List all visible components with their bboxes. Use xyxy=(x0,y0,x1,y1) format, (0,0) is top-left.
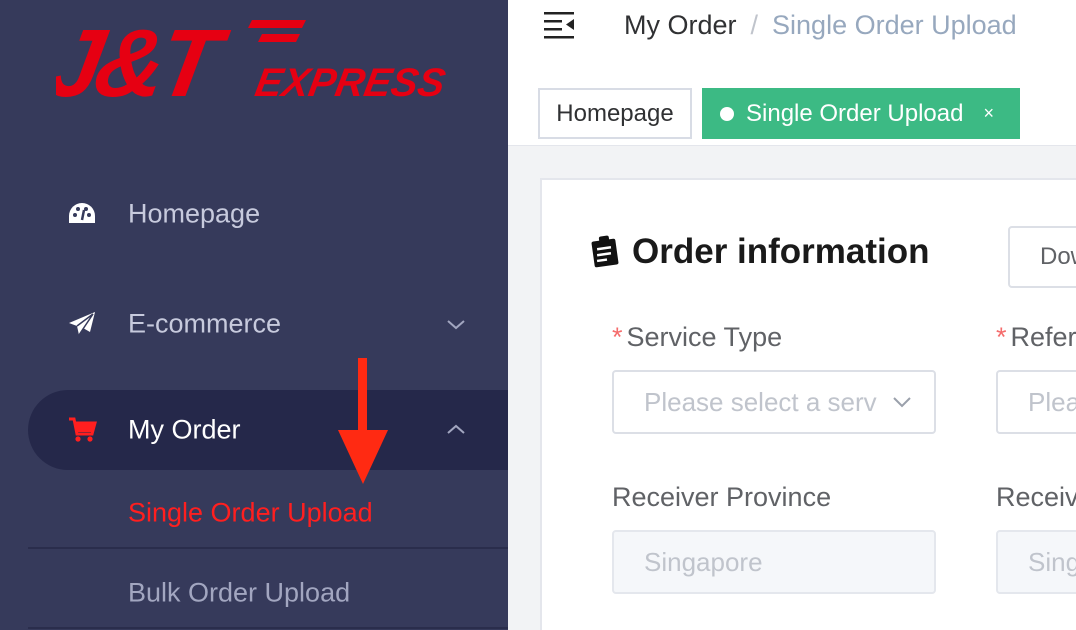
sidebar-item-label: Homepage xyxy=(128,198,261,229)
tab-label: Single Order Upload xyxy=(746,99,964,127)
tab-homepage[interactable]: Homepage xyxy=(538,88,692,139)
tab-single-order-upload[interactable]: Single Order Upload × xyxy=(702,88,1020,139)
tab-active-dot xyxy=(720,106,734,121)
sidebar-subitem-label: Bulk Order Upload xyxy=(128,577,351,608)
receiver-province-field: Singapore xyxy=(612,530,936,594)
sidebar-subitem-bulk-order-upload[interactable]: Bulk Order Upload xyxy=(28,554,508,630)
download-button[interactable]: Dow xyxy=(1008,226,1076,288)
chevron-up-icon[interactable] xyxy=(442,416,470,444)
receiver-city-field: Sing xyxy=(996,530,1076,594)
service-type-label: * Service Type xyxy=(612,322,782,353)
cart-icon xyxy=(66,414,98,446)
receiver-city-label: Receiv xyxy=(996,482,1076,512)
receiver-province-label: Receiver Province xyxy=(612,482,832,512)
receiver-province-value: Singapore xyxy=(644,546,763,577)
reference-input[interactable]: Plea xyxy=(996,370,1076,434)
sidebar-divider xyxy=(28,547,508,549)
service-type-label-text: Service Type xyxy=(626,322,783,352)
breadcrumb-separator: / xyxy=(750,10,759,40)
sidebar: J&T EXPRESS Homepage E-commerce My Order… xyxy=(0,0,508,630)
section-title: Order information xyxy=(586,232,930,272)
sidebar-subitem-single-order-upload[interactable]: Single Order Upload xyxy=(28,474,508,552)
sidebar-item-ecommerce[interactable]: E-commerce xyxy=(28,284,508,364)
sidebar-item-label: My Order xyxy=(128,414,241,445)
service-type-placeholder: Please select a serv xyxy=(644,386,877,417)
jt-express-logo: J&T EXPRESS xyxy=(56,14,446,104)
breadcrumb-item[interactable]: My Order xyxy=(624,10,737,40)
reference-placeholder: Plea xyxy=(1028,386,1076,417)
service-type-select[interactable]: Please select a serv xyxy=(612,370,936,434)
reference-label: * Refer xyxy=(996,322,1076,353)
chevron-down-icon[interactable] xyxy=(442,310,470,338)
reference-label-text: Refer xyxy=(1010,322,1076,352)
topbar: My Order / Single Order Upload Homepage Si… xyxy=(508,0,1076,146)
breadcrumb: My Order / Single Order Upload xyxy=(624,10,1017,41)
svg-text:EXPRESS: EXPRESS xyxy=(252,60,446,104)
page-title: Order information xyxy=(632,232,930,271)
tab-label: Homepage xyxy=(556,99,674,127)
sidebar-subitem-label: Single Order Upload xyxy=(128,497,373,528)
chevron-down-icon xyxy=(890,390,914,414)
required-mark: * xyxy=(996,322,1007,352)
sidebar-item-my-order[interactable]: My Order xyxy=(28,390,508,470)
menu-collapse-icon[interactable] xyxy=(542,8,576,42)
sidebar-item-label: E-commerce xyxy=(128,308,282,339)
close-icon[interactable]: × xyxy=(983,103,994,124)
sidebar-item-homepage[interactable]: Homepage xyxy=(28,174,508,254)
sidebar-divider xyxy=(28,627,508,629)
clipboard-icon xyxy=(591,235,619,268)
breadcrumb-item-current: Single Order Upload xyxy=(772,10,1017,40)
receiver-city-value: Sing xyxy=(1028,546,1076,577)
svg-text:J&T: J&T xyxy=(56,14,235,104)
dashboard-icon xyxy=(66,198,98,230)
required-mark: * xyxy=(612,322,623,352)
annotation-arrow-icon xyxy=(338,358,388,484)
paper-plane-icon xyxy=(66,308,98,340)
